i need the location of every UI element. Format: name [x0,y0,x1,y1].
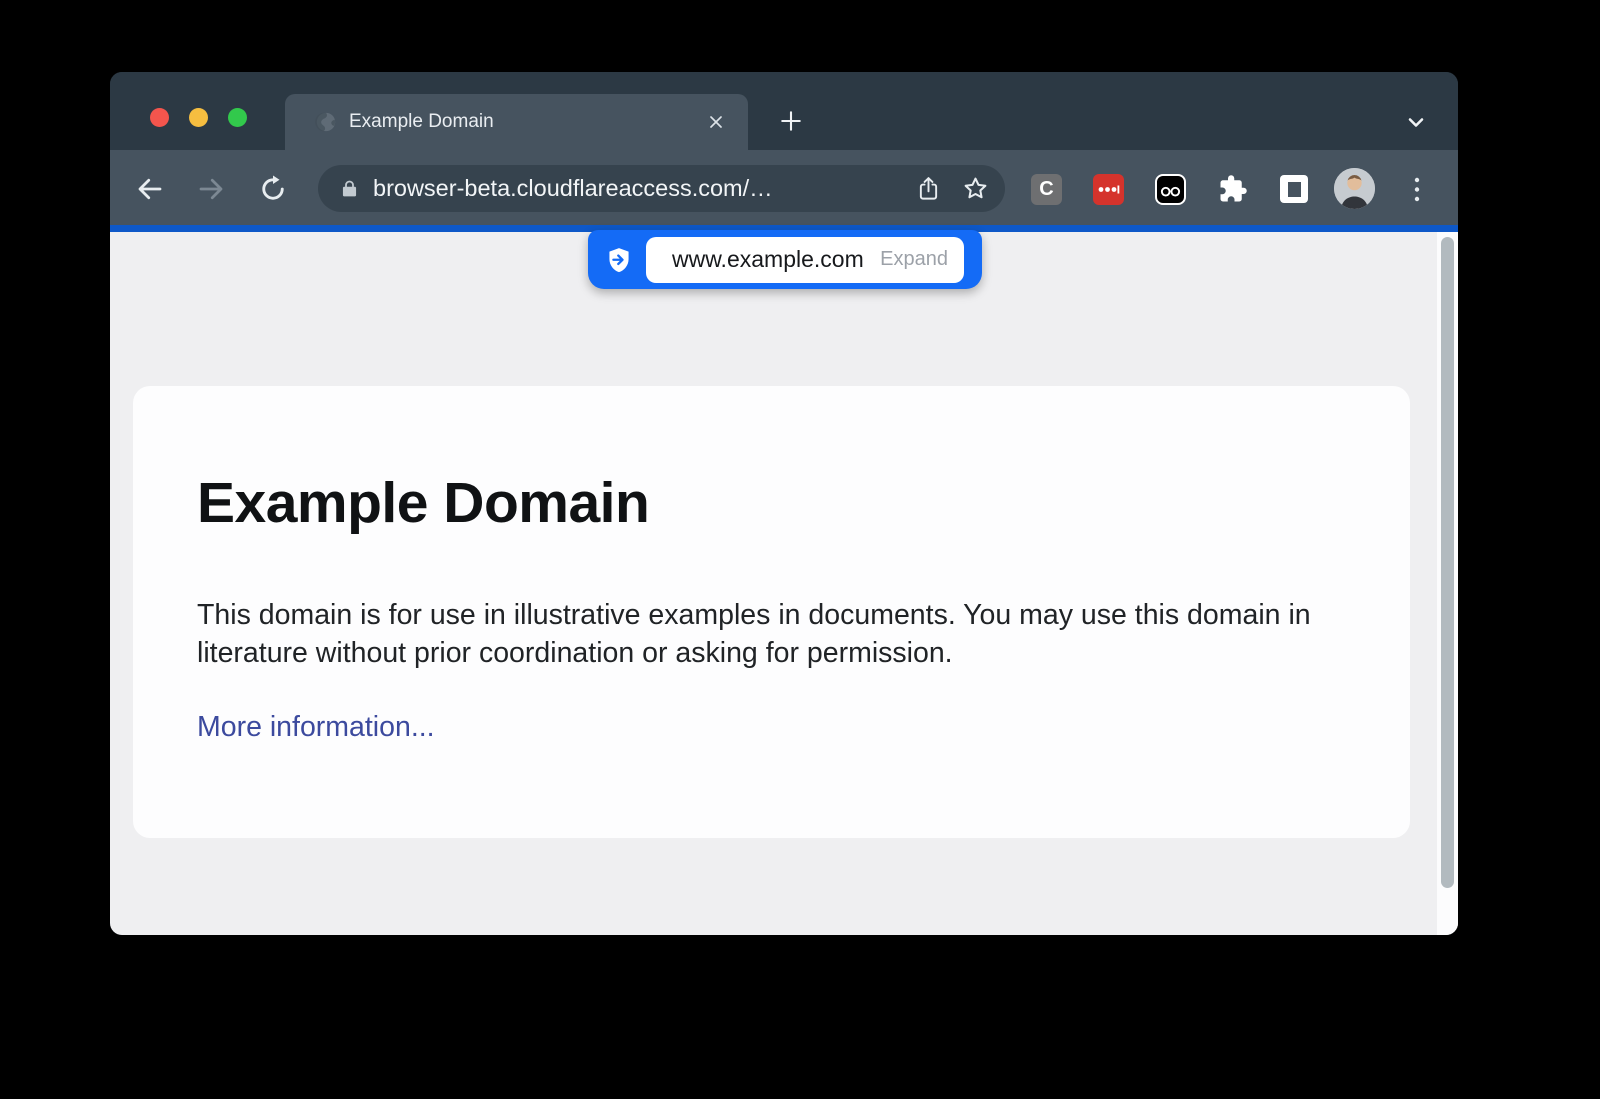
red-dots-extension-icon [1093,174,1124,205]
more-information-link[interactable]: More information... [197,711,435,744]
tab-example-domain[interactable]: Example Domain [285,94,748,150]
avatar-photo [1334,168,1375,209]
toolbar: browser-beta.cloudflareaccess.com/… C [110,150,1458,225]
url-text: browser-beta.cloudflareaccess.com/… [373,175,773,202]
lock-icon[interactable] [339,178,360,199]
chevron-down-icon[interactable] [1404,110,1428,134]
isolated-site-url: www.example.com [672,246,864,273]
share-icon[interactable] [915,175,942,202]
expand-button[interactable]: Expand [880,248,948,271]
bookmark-star-icon[interactable] [962,175,989,202]
page-title: Example Domain [197,472,1410,534]
browser-window: Example Domain browser-beta.cloud [110,72,1458,935]
kebab-menu-icon[interactable] [1410,174,1424,205]
address-bar[interactable]: browser-beta.cloudflareaccess.com/… [318,165,1005,212]
scrollbar-track[interactable] [1437,232,1458,935]
maximize-window-button[interactable] [228,108,247,127]
isolation-url-pill: www.example.com Expand [588,230,982,289]
two-circles-extension-icon [1157,176,1184,203]
back-button[interactable] [135,174,165,204]
shield-arrow-icon [605,246,633,274]
page-viewport: www.example.com Expand Example Domain Th… [110,232,1458,935]
close-window-button[interactable] [150,108,169,127]
new-tab-button[interactable] [777,107,805,135]
scrollbar-thumb[interactable] [1441,237,1454,888]
profile-avatar[interactable] [1334,168,1375,209]
globe-favicon-icon [315,111,337,133]
extensions-puzzle-icon[interactable] [1218,174,1248,204]
minimize-window-button[interactable] [189,108,208,127]
two-circles-extension-button[interactable] [1155,174,1186,205]
forward-button[interactable] [196,174,226,204]
tab-title: Example Domain [349,111,706,133]
tab-close-icon[interactable] [706,112,726,132]
side-panel-extension-icon [1288,182,1301,197]
content-card: Example Domain This domain is for use in… [133,386,1410,838]
c-extension-button[interactable]: C [1031,174,1062,205]
page-paragraph: This domain is for use in illustrative e… [197,596,1346,672]
tab-strip: Example Domain [110,72,1458,150]
red-dots-extension-button[interactable] [1093,174,1124,205]
side-panel-extension-button[interactable] [1280,175,1308,203]
isolated-site-chip[interactable]: www.example.com Expand [646,237,964,283]
reload-button[interactable] [258,174,288,204]
